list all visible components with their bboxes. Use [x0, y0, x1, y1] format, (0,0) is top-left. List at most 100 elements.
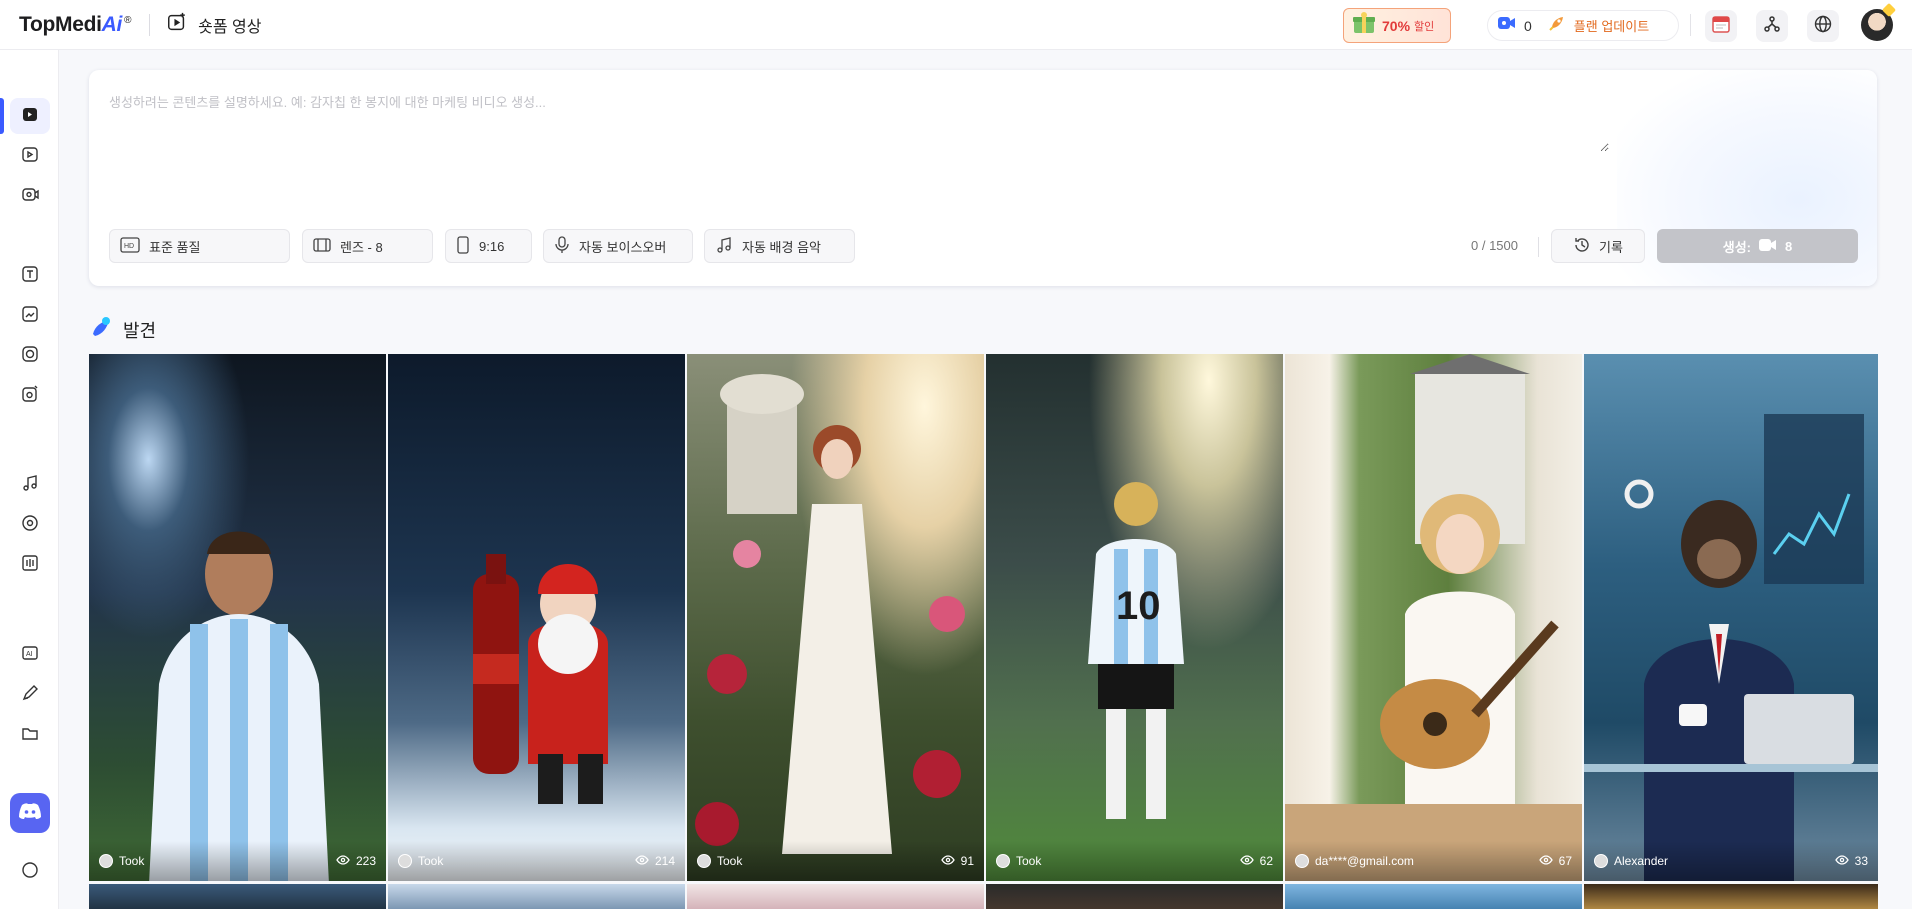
- sidebar-item-image-to-video[interactable]: [10, 298, 50, 334]
- folder-icon: [21, 724, 39, 747]
- sidebar-item-files[interactable]: [10, 717, 50, 753]
- author-avatar: [99, 854, 113, 868]
- promo-percent: 70%: [1382, 17, 1411, 34]
- history-icon: [1573, 236, 1591, 257]
- sidebar-item-photo-edit[interactable]: [10, 378, 50, 414]
- generate-button[interactable]: 생성: 8: [1657, 229, 1858, 263]
- card-footer: Took 214: [388, 841, 685, 881]
- page-title: 숏폼 영상: [198, 18, 262, 36]
- card-footer: da****@gmail.com 67: [1285, 841, 1582, 881]
- gallery-card-partial[interactable]: [1584, 884, 1878, 909]
- sidebar-item-music[interactable]: [10, 467, 50, 503]
- view-count: 223: [355, 854, 376, 868]
- gallery-card[interactable]: Took 223: [89, 354, 386, 881]
- eye-icon: [1834, 854, 1849, 868]
- top-bar: TopMedi Ai ® 숏폼 영상 70% 할인 0 플랜 업데이트: [0, 0, 1912, 50]
- card-author: da****@gmail.com: [1315, 854, 1414, 868]
- globe-icon: [1814, 15, 1832, 38]
- eye-icon: [635, 854, 649, 868]
- upgrade-plan-link[interactable]: 플랜 업데이트: [1574, 16, 1649, 35]
- sidebar-item-text-to-image[interactable]: [10, 258, 50, 294]
- aspect-ratio-select[interactable]: 9:16: [445, 229, 532, 263]
- discord-button[interactable]: [10, 793, 50, 833]
- gallery-grid: Took 223 Took 214 Took 91 10 Took 62 da*…: [89, 354, 1879, 909]
- card-views: 214: [635, 854, 675, 868]
- discover-icon: [89, 314, 115, 345]
- sidebar-item-voice[interactable]: [10, 547, 50, 583]
- sidebar-item-avatar-video[interactable]: [10, 178, 50, 214]
- sidebar-item-ai-tools[interactable]: AI: [10, 637, 50, 673]
- author-avatar: [1295, 854, 1309, 868]
- sidebar-item-face-swap[interactable]: [10, 338, 50, 374]
- card-author: Took: [717, 854, 743, 868]
- network-icon: [1763, 15, 1781, 38]
- phone-icon: [456, 235, 470, 257]
- generate-cost: 8: [1785, 238, 1793, 254]
- view-count: 33: [1854, 854, 1868, 868]
- card-thumbnail: [1584, 354, 1878, 881]
- card-views: 33: [1834, 854, 1868, 868]
- short-video-icon: [21, 105, 39, 128]
- voiceover-label: 자동 보이스오버: [579, 239, 667, 255]
- card-views: 67: [1538, 854, 1572, 868]
- scene-count-select[interactable]: 렌즈 - 8: [302, 229, 433, 263]
- author-avatar: [398, 854, 412, 868]
- music-select[interactable]: 자동 배경 음악: [704, 229, 855, 263]
- sidebar-item-edit[interactable]: [10, 677, 50, 713]
- gallery-card-partial[interactable]: [388, 884, 685, 909]
- card-author: Took: [1016, 854, 1042, 868]
- card-footer: Took 62: [986, 841, 1283, 881]
- gallery-card-partial[interactable]: [1285, 884, 1582, 909]
- logo-ai: Ai: [101, 12, 123, 36]
- voice-icon: [21, 554, 39, 577]
- calendar-button[interactable]: [1705, 10, 1737, 42]
- card-author: Took: [418, 854, 444, 868]
- gallery-card[interactable]: Took 214: [388, 354, 685, 881]
- sidebar: AI: [0, 50, 59, 909]
- avatar-video-icon: [21, 185, 39, 208]
- video-credit-icon: [1759, 238, 1777, 255]
- view-count: 214: [654, 854, 675, 868]
- logo-mark: ®: [124, 14, 132, 26]
- gallery-card[interactable]: Took 91: [687, 354, 984, 881]
- api-button[interactable]: [1756, 10, 1788, 42]
- gallery-card-partial[interactable]: [687, 884, 984, 909]
- card-footer: Took 91: [687, 841, 984, 881]
- promo-badge[interactable]: 70% 할인: [1343, 8, 1451, 43]
- eye-icon: [940, 854, 955, 868]
- quality-label: 표준 품질: [149, 239, 201, 255]
- sidebar-item-short-video[interactable]: [10, 98, 50, 134]
- prompt-input[interactable]: [109, 92, 1609, 152]
- prompt-card: HD 표준 품질 렌즈 - 8 9:16 자동 보이스오버 자동 배경 음악 0…: [89, 70, 1877, 286]
- card-footer: Alexander 33: [1584, 841, 1878, 881]
- history-button[interactable]: 기록: [1551, 229, 1645, 263]
- card-views: 62: [1239, 854, 1273, 868]
- gallery-card-partial[interactable]: [89, 884, 386, 909]
- view-count: 91: [960, 854, 974, 868]
- svg-text:10: 10: [1116, 584, 1161, 628]
- gallery-card[interactable]: da****@gmail.com 67: [1285, 354, 1582, 881]
- gallery-card[interactable]: 10 Took 62: [986, 354, 1283, 881]
- sidebar-item-audio[interactable]: [10, 507, 50, 543]
- gallery-card[interactable]: Alexander 33: [1584, 354, 1878, 881]
- image-to-video-icon: [21, 305, 39, 328]
- view-count: 67: [1558, 854, 1572, 868]
- card-footer: Took 223: [89, 841, 386, 881]
- voiceover-select[interactable]: 자동 보이스오버: [543, 229, 693, 263]
- quality-select[interactable]: HD 표준 품질: [109, 229, 290, 263]
- credit-pill[interactable]: 0 플랜 업데이트: [1487, 10, 1679, 41]
- page-title-group: 숏폼 영상: [166, 11, 261, 38]
- hd-icon: HD: [120, 236, 140, 256]
- gallery-card-partial[interactable]: [986, 884, 1283, 909]
- header-divider: [149, 13, 151, 36]
- discord-icon: [18, 802, 42, 825]
- char-counter: 0 / 1500: [1471, 238, 1518, 253]
- gift-icon: [1350, 10, 1378, 41]
- logo[interactable]: TopMedi Ai ®: [19, 13, 131, 37]
- language-button[interactable]: [1807, 10, 1839, 42]
- sidebar-item-video[interactable]: [10, 138, 50, 174]
- svg-text:AI: AI: [26, 651, 33, 658]
- eye-icon: [1538, 854, 1553, 868]
- history-label: 기록: [1599, 239, 1623, 255]
- sidebar-item-support[interactable]: [10, 854, 50, 890]
